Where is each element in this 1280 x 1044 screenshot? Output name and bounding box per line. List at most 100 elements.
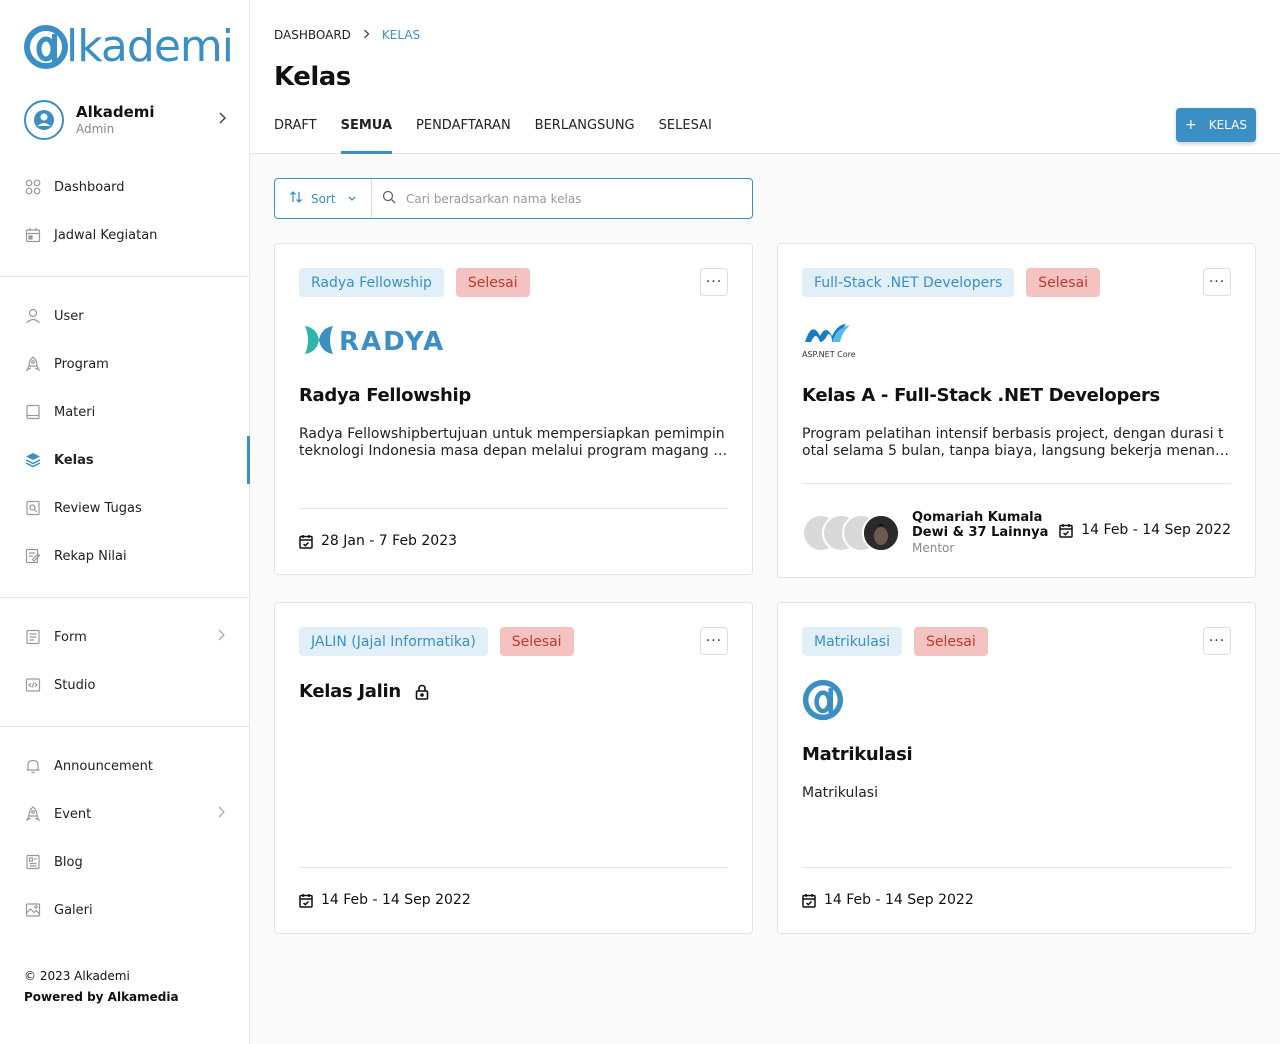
logo-text: lkademi	[66, 21, 234, 72]
sidebar-item-rekap-nilai[interactable]: Rekap Nilai	[0, 532, 249, 580]
profile-menu[interactable]: Alkademi Admin	[24, 99, 227, 141]
tab-selesai[interactable]: SELESAI	[659, 110, 712, 154]
add-kelas-label: KELAS	[1208, 118, 1247, 132]
sidebar-item-jadwal-kegiatan[interactable]: Jadwal Kegiatan	[0, 211, 249, 259]
sidebar-item-galeri[interactable]: Galeri	[0, 886, 249, 934]
date-range: 14 Feb - 14 Sep 2022	[1081, 522, 1231, 538]
sidebar-item-kelas[interactable]: Kelas	[0, 436, 250, 484]
avatar	[24, 100, 64, 140]
mentor-group[interactable]: Qomariah Kumala Dewi & 37 Lainnya Mentor	[802, 510, 1052, 555]
rocket-icon	[24, 355, 42, 373]
logo-text: RADYA	[339, 327, 443, 357]
sidebar-divider	[0, 276, 249, 277]
add-kelas-button[interactable]: + KELAS	[1176, 108, 1256, 142]
tab-bar: DRAFT SEMUA PENDAFTARAN BERLANGSUNG SELE…	[274, 110, 736, 154]
search-input[interactable]	[406, 191, 726, 206]
sidebar-item-studio[interactable]: Studio	[0, 661, 249, 709]
calendar-check-icon	[802, 893, 816, 908]
sidebar: lkademi Alkademi Admin Dashboard Jadwal …	[0, 0, 250, 1044]
sidebar-item-label: Blog	[54, 854, 83, 870]
profile-role: Admin	[76, 122, 115, 136]
sidebar-item-program[interactable]: Program	[0, 340, 249, 388]
sidebar-item-materi[interactable]: Materi	[0, 388, 249, 436]
mentor-names: Qomariah Kumala Dewi & 37 Lainnya	[912, 510, 1049, 540]
bell-icon	[24, 757, 42, 775]
code-icon	[24, 676, 42, 694]
logo-text: ASP.NET Core	[802, 350, 856, 359]
tab-draft[interactable]: DRAFT	[274, 110, 317, 154]
sidebar-item-dashboard[interactable]: Dashboard	[0, 163, 249, 211]
sidebar-item-label: Galeri	[54, 902, 93, 918]
user-icon	[24, 307, 42, 325]
card-title: Radya Fellowship	[299, 385, 471, 406]
card-title: Kelas A - Full-Stack .NET Developers	[802, 385, 1160, 406]
card-divider	[802, 867, 1231, 868]
sidebar-item-blog[interactable]: Blog	[0, 838, 249, 886]
aspnet-core-logo: ASP.NET Core	[802, 322, 860, 364]
sidebar-item-label: Kelas	[54, 452, 94, 468]
kelas-card[interactable]: Full-Stack .NET Developers Selesai ··· A…	[777, 243, 1256, 578]
more-options-button[interactable]: ···	[1203, 627, 1231, 655]
card-description: Matrikulasi	[802, 785, 878, 801]
image-icon	[24, 901, 42, 919]
chevron-down-icon	[348, 194, 356, 204]
sidebar-item-label: Studio	[54, 677, 96, 693]
tab-berlangsung[interactable]: BERLANGSUNG	[535, 110, 635, 154]
calendar-check-icon	[1059, 523, 1074, 538]
card-title: Kelas Jalin	[299, 681, 401, 702]
date-range: 28 Jan - 7 Feb 2023	[321, 533, 458, 549]
nav-group-main: Dashboard Jadwal Kegiatan	[0, 163, 249, 259]
sidebar-item-user[interactable]: User	[0, 292, 249, 340]
sort-label: Sort	[311, 191, 336, 206]
copyright-text: © 2023 Alkademi	[24, 969, 130, 983]
program-tag[interactable]: JALIN (Jajal Informatika)	[299, 627, 488, 656]
kelas-card[interactable]: Radya Fellowship Selesai ··· RADYA Radya…	[274, 243, 753, 575]
search-box	[372, 179, 752, 218]
sidebar-item-form[interactable]: Form	[0, 613, 249, 661]
more-options-button[interactable]: ···	[1203, 268, 1231, 296]
filter-toolbar: Sort	[274, 178, 753, 219]
sidebar-item-announcement[interactable]: Announcement	[0, 742, 249, 790]
card-date: 14 Feb - 14 Sep 2022	[1059, 522, 1231, 538]
sidebar-item-event[interactable]: Event	[0, 790, 249, 838]
status-badge: Selesai	[499, 627, 574, 656]
tab-pendaftaran[interactable]: PENDAFTARAN	[416, 110, 511, 154]
powered-by-text: Powered by Alkamedia	[24, 990, 179, 1004]
breadcrumb: DASHBOARD KELAS	[274, 28, 420, 42]
breadcrumb-dashboard[interactable]: DASHBOARD	[274, 28, 351, 42]
chevron-right-icon	[217, 806, 225, 822]
sort-icon	[289, 190, 303, 207]
sidebar-divider	[0, 726, 249, 727]
lock-icon	[415, 684, 429, 700]
kelas-card[interactable]: JALIN (Jajal Informatika) Selesai ··· Ke…	[274, 602, 753, 934]
sort-dropdown[interactable]: Sort	[275, 179, 372, 218]
alkademi-a-icon	[24, 25, 68, 69]
date-range: 14 Feb - 14 Sep 2022	[321, 892, 471, 908]
nav-group-academic: User Program Materi Kelas Review Tugas R…	[0, 292, 250, 580]
card-title: Matrikulasi	[802, 744, 913, 765]
card-date: 28 Jan - 7 Feb 2023	[299, 533, 457, 549]
kelas-card[interactable]: Matrikulasi Selesai ··· Matrikulasi Matr…	[777, 602, 1256, 934]
alkademi-a-icon	[802, 679, 844, 725]
alkademi-logo[interactable]: lkademi	[24, 21, 234, 72]
sidebar-item-label: Jadwal Kegiatan	[54, 227, 158, 243]
tab-semua[interactable]: SEMUA	[340, 110, 393, 154]
sidebar-item-label: Event	[54, 806, 92, 822]
status-badge: Selesai	[1026, 268, 1101, 297]
program-tag[interactable]: Matrikulasi	[802, 627, 902, 656]
card-description: Radya Fellowshipbertujuan untuk mempersi…	[299, 426, 725, 459]
more-options-button[interactable]: ···	[700, 268, 728, 296]
program-tag[interactable]: Full-Stack .NET Developers	[802, 268, 1015, 297]
sidebar-item-label: Dashboard	[54, 179, 125, 195]
calendar-check-icon	[299, 534, 313, 549]
card-description: Program pelatihan intensif berbasis proj…	[802, 426, 1224, 459]
date-range: 14 Feb - 14 Sep 2022	[824, 892, 974, 908]
sidebar-item-label: Program	[54, 356, 109, 372]
program-tag[interactable]: Radya Fellowship	[299, 268, 444, 297]
more-options-button[interactable]: ···	[700, 627, 728, 655]
plus-icon: +	[1185, 117, 1197, 133]
sidebar-item-review-tugas[interactable]: Review Tugas	[0, 484, 249, 532]
breadcrumb-current: KELAS	[381, 28, 421, 42]
search-icon	[382, 189, 396, 208]
card-title-row: Kelas Jalin	[299, 681, 429, 702]
